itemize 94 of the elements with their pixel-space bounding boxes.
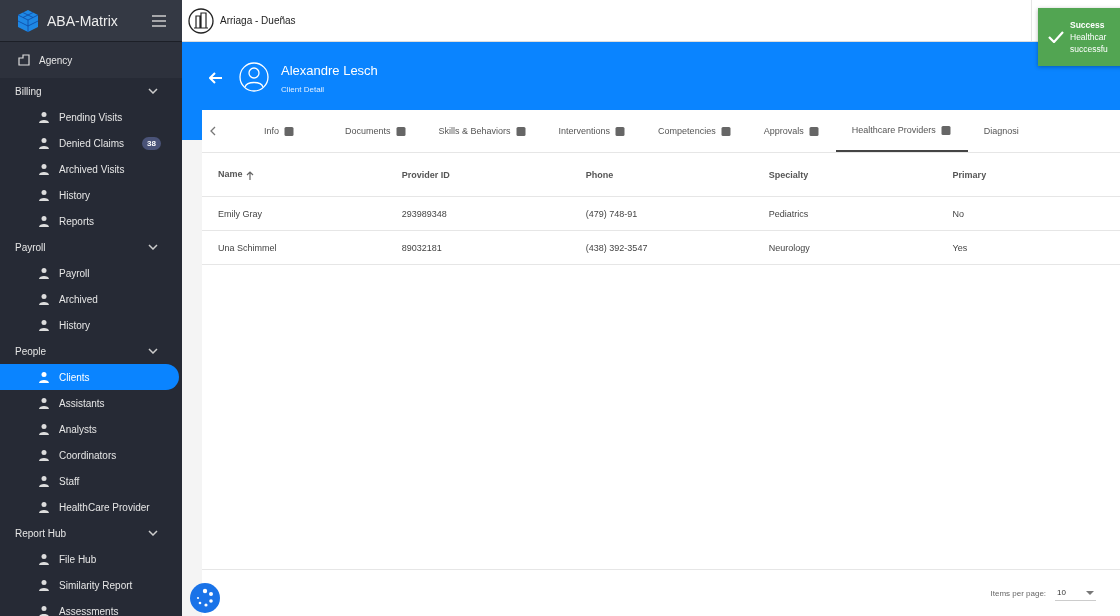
- section-header[interactable]: Billing: [0, 78, 182, 104]
- app-name: ABA-Matrix: [47, 12, 119, 29]
- sidebar-item[interactable]: Clients: [0, 364, 179, 390]
- column-header[interactable]: Specialty: [752, 153, 937, 197]
- tab[interactable]: Diagnosi: [967, 110, 1035, 152]
- table-cell: Neurology: [752, 230, 937, 265]
- item-icon: [38, 501, 50, 513]
- sidebar-item[interactable]: Reports: [0, 208, 179, 234]
- page-size-select[interactable]: 10: [1055, 585, 1096, 601]
- chevron-left-icon[interactable]: [210, 126, 216, 136]
- tab-icon: [283, 125, 295, 137]
- toast-message: Healthcar: [1070, 31, 1108, 43]
- section-header[interactable]: Payroll: [0, 234, 182, 260]
- sidebar-item[interactable]: Analysts: [0, 416, 179, 442]
- sidebar-item[interactable]: Pending Visits: [0, 104, 179, 130]
- table-cell: 89032181: [385, 230, 570, 265]
- sidebar-item[interactable]: Agency: [0, 42, 182, 78]
- tab-icon: [939, 124, 952, 136]
- agency-name: Arriaga - Dueñas: [220, 15, 297, 26]
- chevron-icon: [148, 348, 158, 354]
- tab-icon: [719, 125, 732, 137]
- tab[interactable]: Competencies: [642, 110, 748, 152]
- tab-icon: [394, 125, 407, 137]
- sidebar-item[interactable]: HealthCare Provider: [0, 494, 179, 520]
- sidebar-item[interactable]: Payroll: [0, 260, 179, 286]
- chevron-icon: [148, 530, 158, 536]
- count-badge: 38: [142, 136, 161, 150]
- user-avatar-icon: [239, 62, 269, 92]
- checkmark-icon: [1048, 31, 1064, 43]
- tab[interactable]: Info: [230, 110, 329, 152]
- sidebar-item[interactable]: Staff: [0, 468, 179, 494]
- sidebar-item[interactable]: History: [0, 182, 179, 208]
- item-icon: [38, 137, 50, 149]
- cube-logo-icon: [16, 8, 40, 33]
- item-icon: [38, 449, 50, 461]
- item-icon: [38, 189, 50, 201]
- table-cell: (479) 748-91: [569, 196, 753, 231]
- table-cell: Una Schimmel: [202, 230, 386, 265]
- item-icon: [38, 371, 50, 383]
- item-icon: [38, 163, 50, 175]
- item-icon: [38, 267, 50, 279]
- item-icon: [38, 553, 50, 565]
- sidebar-item[interactable]: Denied Claims 38: [0, 130, 179, 156]
- item-icon: [38, 215, 50, 227]
- building-icon: [18, 54, 30, 66]
- tab-icon: [514, 125, 527, 137]
- toast-message: successfu: [1070, 43, 1108, 55]
- tab[interactable]: Documents: [329, 110, 423, 152]
- sidebar-item[interactable]: Similarity Report: [0, 572, 179, 598]
- section-header[interactable]: Report Hub: [0, 520, 182, 546]
- column-header[interactable]: Primary: [936, 153, 1120, 197]
- tab[interactable]: Skills & Behaviors: [422, 110, 543, 152]
- chevron-icon: [148, 88, 158, 94]
- table-cell: Pediatrics: [752, 196, 937, 231]
- table-cell: 293989348: [385, 196, 570, 231]
- section-header[interactable]: People: [0, 338, 182, 364]
- table-cell: Emily Gray: [202, 196, 386, 231]
- back-arrow-icon[interactable]: [209, 72, 223, 84]
- tab-icon: [807, 125, 820, 137]
- toast-title: Success: [1070, 19, 1106, 31]
- sidebar-item[interactable]: Archived: [0, 286, 179, 312]
- item-icon: [38, 579, 50, 591]
- dropdown-caret-icon: [1086, 590, 1094, 595]
- item-icon: [38, 319, 50, 331]
- tab-icon: [614, 125, 627, 137]
- item-icon: [38, 475, 50, 487]
- item-icon: [38, 397, 50, 409]
- table-cell: No: [936, 196, 1120, 231]
- items-per-page-label: Items per page:: [990, 588, 1047, 598]
- column-header[interactable]: Provider ID: [385, 153, 570, 197]
- sort-arrow-icon: [245, 170, 254, 180]
- chevron-icon: [148, 244, 158, 250]
- sidebar-item[interactable]: Coordinators: [0, 442, 179, 468]
- sidebar-item[interactable]: File Hub: [0, 546, 179, 572]
- column-header[interactable]: Phone: [569, 153, 753, 197]
- tab[interactable]: Interventions: [542, 110, 643, 152]
- item-icon: [38, 605, 50, 616]
- tab[interactable]: Healthcare Providers: [835, 110, 968, 152]
- item-icon: [38, 423, 50, 435]
- table-cell: (438) 392-3547: [569, 230, 753, 265]
- table-cell: Yes: [936, 230, 1120, 265]
- item-icon: [38, 293, 50, 305]
- item-icon: [38, 111, 50, 123]
- sidebar-item[interactable]: Assistants: [0, 390, 179, 416]
- client-subtitle: Client Detail: [281, 85, 326, 94]
- tab[interactable]: Approvals: [747, 110, 836, 152]
- column-header[interactable]: Name: [202, 153, 386, 197]
- sidebar-item[interactable]: Assessments: [0, 598, 179, 616]
- building-logo-icon: [188, 7, 214, 34]
- sidebar-item[interactable]: History: [0, 312, 179, 338]
- menu-icon[interactable]: [152, 14, 166, 27]
- client-name: Alexandre Lesch: [281, 63, 378, 78]
- sidebar-item[interactable]: Archived Visits: [0, 156, 179, 182]
- loading-dots-button[interactable]: [190, 583, 220, 613]
